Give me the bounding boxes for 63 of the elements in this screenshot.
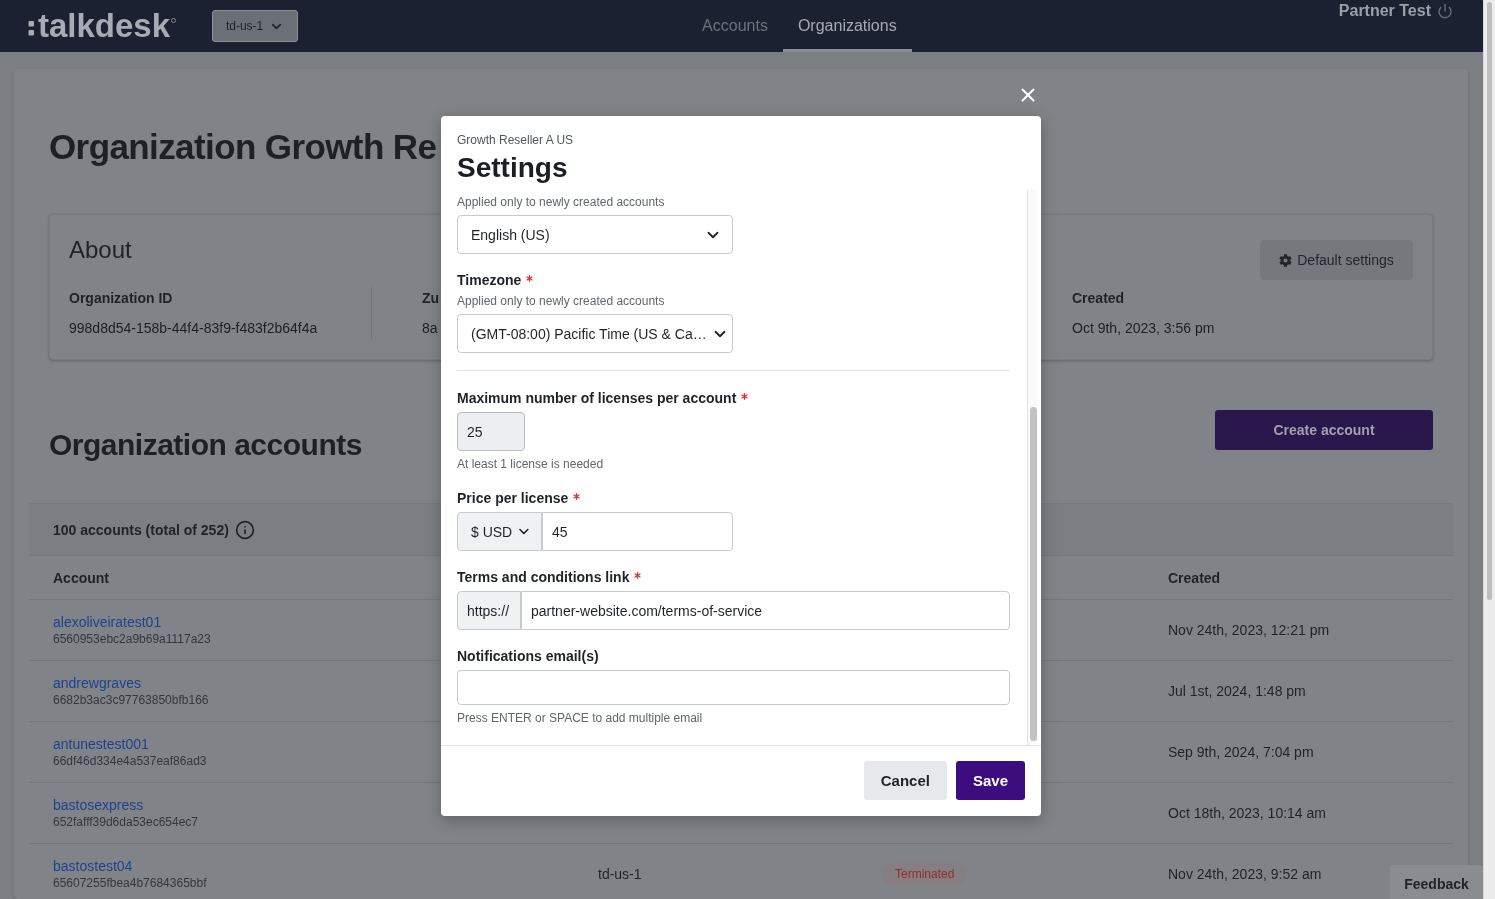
column-header[interactable]: Created (1168, 569, 1221, 586)
account-id: 6560953ebc2a9b69a1117a23 (53, 631, 211, 647)
feedback-tab[interactable]: Feedback (1390, 865, 1483, 899)
field-value: Oct 9th, 2023, 3:56 pm (1072, 319, 1215, 337)
dropdown-field[interactable]: (GMT-08:00) Pacific Time (US & Ca… (457, 314, 733, 353)
dialog-title: Settings (457, 151, 568, 185)
account-link[interactable]: antunestest001 (53, 735, 149, 753)
page-title: Organization Growth Re (49, 126, 437, 168)
account-id: 66df46d334e4a537eaf86ad3 (53, 753, 207, 769)
field-label: Maximum number of licenses per account (457, 390, 737, 406)
cancel-button[interactable]: Cancel (863, 761, 947, 800)
nav-tab[interactable]: Accounts (687, 0, 783, 52)
helper-text: At least 1 license is needed (457, 456, 604, 472)
field-value: 998d8d54-158b-44f4-83f9-f483f2b64f4a (69, 319, 318, 337)
status-badge: Terminated (883, 863, 967, 885)
field-hint: Applied only to newly created accounts (457, 293, 665, 309)
accounts-count: 100 accounts (total of 252) (53, 521, 229, 538)
logo-dots-icon (28, 18, 35, 38)
registered-mark-icon (171, 18, 177, 23)
url-prefix: https:// (457, 591, 521, 630)
price-input[interactable]: 45 (542, 512, 733, 551)
create-account-button[interactable]: Create account (1215, 410, 1433, 450)
field-label: Zu (422, 289, 440, 307)
user-name: Partner Test (1338, 1, 1431, 21)
currency-dropdown[interactable]: $ USD (457, 512, 542, 551)
account-id: 65607255fbea4b7684365bbf (53, 875, 207, 891)
email-input[interactable] (457, 670, 1010, 705)
dialog-subtitle: Growth Reseller A US (457, 132, 574, 148)
column-header[interactable]: Account (53, 569, 109, 586)
created-date: Nov 24th, 2023, 12:21 pm (1168, 622, 1330, 638)
save-button[interactable]: Save (955, 761, 1025, 800)
logo-wordmark: talkdesk (38, 8, 171, 44)
field-label: Created (1072, 289, 1125, 307)
helper-text: Press ENTER or SPACE to add multiple email (457, 710, 703, 726)
field-label: Terms and conditions link (457, 569, 630, 585)
info-icon[interactable] (234, 519, 255, 540)
default-settings-button[interactable]: Default settings (1260, 240, 1413, 280)
dropdown-field[interactable]: English (US) (457, 215, 733, 254)
account-link[interactable]: bastosexpress (53, 796, 144, 814)
url-input[interactable]: partner-website.com/terms-of-service (521, 591, 1010, 630)
account-link[interactable]: bastostest04 (53, 857, 133, 875)
region-dropdown[interactable]: td-us-1 (212, 10, 299, 42)
section-title: Organization accounts (49, 427, 362, 463)
section-title: About (69, 236, 132, 264)
table-cell: td-us-1 (598, 866, 642, 882)
field-value: 8a (422, 319, 438, 337)
account-id: 6682b3ac3c97763850bfb166 (53, 692, 209, 708)
account-link[interactable]: alexoliveiratest01 (53, 613, 162, 631)
created-date: Nov 24th, 2023, 9:52 am (1168, 866, 1322, 882)
power-icon[interactable] (1437, 3, 1453, 19)
scrollbar-thumb[interactable] (1030, 407, 1037, 741)
created-date: Sep 9th, 2024, 7:04 pm (1168, 744, 1314, 760)
account-link[interactable]: andrewgraves (53, 674, 141, 692)
field-label: Timezone (457, 272, 522, 288)
field-hint: Applied only to newly created accounts (457, 194, 665, 210)
created-date: Oct 18th, 2023, 10:14 am (1168, 805, 1326, 821)
gear-icon (1279, 253, 1293, 267)
account-id: 652fafff39d6da53ec654ec7 (53, 814, 199, 830)
field-label: Price per license (457, 490, 569, 506)
field-label: Notifications email(s) (457, 648, 599, 664)
scrollbar-thumb[interactable] (1487, 2, 1492, 600)
field-label: Organization ID (69, 289, 173, 307)
created-date: Jul 1st, 2024, 1:48 pm (1168, 683, 1306, 699)
